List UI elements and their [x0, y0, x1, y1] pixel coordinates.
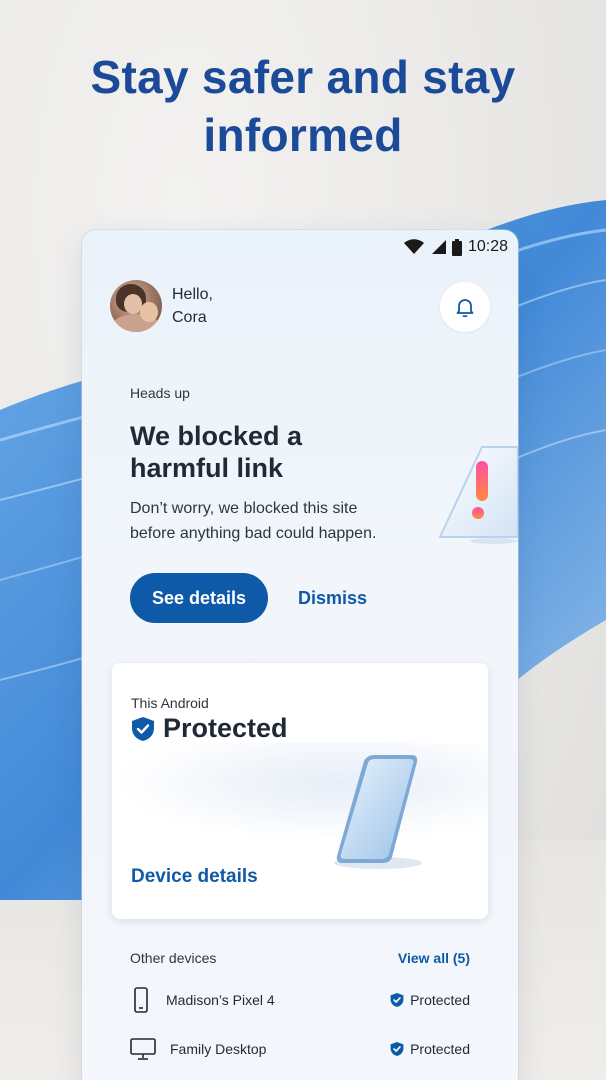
shield-check-icon [390, 1042, 404, 1056]
other-devices-header: Other devices View all (5) [130, 948, 470, 968]
desktop-monitor-icon [130, 1038, 156, 1060]
device-status-text: Protected [163, 713, 288, 743]
status-time: 10:28 [467, 238, 508, 255]
battery-icon [451, 238, 462, 256]
avatar[interactable] [110, 280, 162, 332]
cell-signal-icon [431, 240, 446, 254]
device-row-status: Protected [390, 1041, 470, 1057]
device-row[interactable]: Madison’s Pixel 4 Protected [130, 985, 470, 1015]
alert-title: We blocked a harmful link [130, 420, 430, 484]
other-devices-section: Other devices View all (5) Madison’s Pix… [130, 948, 470, 1060]
view-all-link[interactable]: View all (5) [398, 950, 470, 966]
device-name: Madison’s Pixel 4 [166, 992, 275, 1008]
greeting-name: Cora [172, 309, 207, 326]
shield-check-icon [132, 716, 154, 741]
this-device-card: This Android Protected Device details [112, 663, 488, 919]
device-status: Protected [131, 713, 288, 744]
alert-title-line-2: harmful link [130, 453, 284, 483]
headline-line-1: Stay safer and stay [90, 51, 516, 103]
notifications-button[interactable] [440, 282, 490, 332]
device-row-status: Protected [390, 992, 470, 1008]
other-devices-title: Other devices [130, 950, 217, 966]
phone-screen: 10:28 Hello, Cora Heads up We blocked a … [82, 230, 518, 1080]
alert-description-line-2: before anything bad could happen. [130, 525, 377, 542]
wifi-icon [403, 239, 424, 254]
dismiss-button[interactable]: Dismiss [298, 573, 367, 623]
warning-triangle-icon [438, 446, 518, 544]
alert-description-line-1: Don’t worry, we blocked this site [130, 500, 358, 517]
alert-title-line-1: We blocked a [130, 421, 303, 451]
greeting-hello: Hello, [172, 286, 213, 303]
device-details-link[interactable]: Device details [131, 866, 258, 888]
headline-line-2: informed [203, 109, 403, 161]
bell-icon [456, 299, 474, 318]
alert-eyebrow: Heads up [130, 385, 190, 401]
device-status-label: Protected [410, 1041, 470, 1057]
marketing-headline: Stay safer and stay informed [0, 48, 606, 164]
device-status-label: Protected [410, 992, 470, 1008]
smartphone-icon [134, 987, 148, 1013]
device-card-label: This Android [131, 695, 209, 711]
see-details-button[interactable]: See details [130, 573, 268, 623]
shield-check-icon [390, 993, 404, 1007]
smartphone-illustration [334, 755, 422, 869]
status-bar: 10:28 [403, 236, 508, 258]
device-row[interactable]: Family Desktop Protected [130, 1034, 470, 1064]
alert-description: Don’t worry, we blocked this site before… [130, 496, 420, 546]
device-name: Family Desktop [170, 1041, 267, 1057]
greeting: Hello, Cora [110, 280, 213, 332]
greeting-text: Hello, Cora [172, 283, 213, 329]
